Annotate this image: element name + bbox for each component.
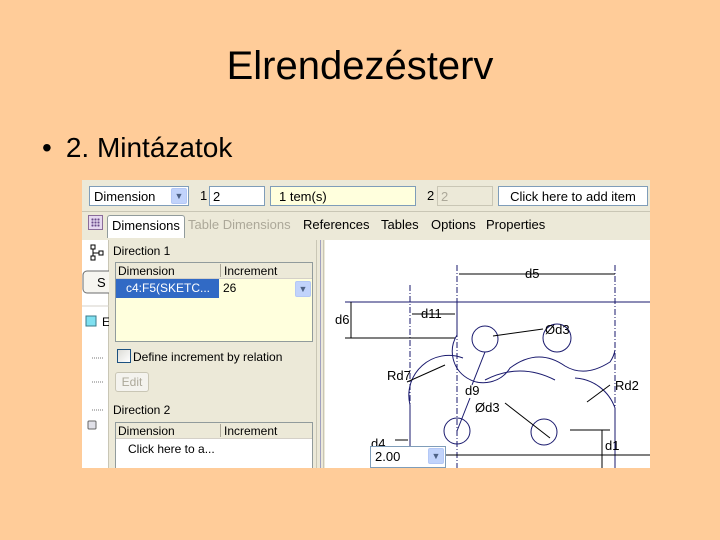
define-increment-checkbox[interactable] — [117, 349, 131, 363]
row-increment[interactable]: 26 — [223, 281, 236, 295]
model-tree-strip: S E — [82, 240, 114, 468]
upper-profile — [451, 302, 616, 384]
dim-label: d5 — [525, 266, 539, 281]
tree-icons: S E — [82, 244, 114, 430]
leader — [504, 402, 551, 439]
grid-icon[interactable] — [88, 215, 103, 230]
leader — [406, 364, 446, 383]
tree-item-label: E — [102, 315, 109, 329]
dim-label: d9 — [465, 383, 479, 398]
tab-tables[interactable]: Tables — [381, 217, 419, 232]
direction1-title: Direction 1 — [113, 244, 171, 258]
dim-label: d11 — [421, 306, 442, 321]
col-dimension: Dimension — [118, 264, 175, 278]
direction2-table: Dimension Increment Click here to a... — [115, 422, 313, 468]
bullet-text: 2. Mintázatok — [65, 132, 233, 163]
direction2-title: Direction 2 — [113, 403, 171, 417]
tab-properties[interactable]: Properties — [486, 217, 545, 232]
dim-label: Rd7 — [387, 368, 411, 383]
direction2-label: 2 — [427, 188, 435, 203]
chevron-down-icon[interactable]: ▼ — [295, 281, 311, 297]
dim-label: Rd2 — [615, 378, 639, 393]
table-row[interactable]: c4:F5(SKETC... 26 ▼ — [116, 279, 312, 298]
increment-dropdown[interactable]: ▼ — [294, 280, 312, 297]
col-dimension: Dimension — [118, 424, 175, 438]
table-header: Dimension Increment — [116, 423, 312, 439]
leader — [456, 397, 471, 432]
add-item-button[interactable]: Click here to add item — [498, 186, 648, 206]
hole — [471, 325, 499, 353]
col-increment: Increment — [224, 264, 278, 278]
direction1-label: 1 — [200, 188, 208, 203]
edit-button[interactable]: Edit — [115, 372, 149, 392]
strip-button-label: S — [97, 275, 106, 290]
tab-table-dimensions[interactable]: Table Dimensions — [188, 217, 291, 232]
slide-bullet: • 2. Mintázatok — [42, 132, 232, 164]
hierarchy-icon — [90, 244, 104, 261]
dim-label: d6 — [335, 312, 349, 327]
leader — [471, 351, 486, 386]
tab-dimensions[interactable]: Dimensions — [107, 215, 185, 238]
sketch-canvas[interactable]: d5 d6 d11 Ød3 Rd7 d9 Ød3 Rd2 d4 d1 2.00 … — [325, 240, 650, 468]
pattern-panel: Direction 1 Dimension Increment c4:F5(SK… — [109, 240, 315, 468]
feature-icon — [85, 315, 97, 327]
add-dimension-placeholder[interactable]: Click here to a... — [128, 442, 215, 456]
chevron-down-icon[interactable]: ▼ — [428, 448, 444, 464]
pattern-type-value: Dimension — [94, 189, 156, 204]
panel-splitter[interactable] — [316, 240, 324, 468]
dim-label: d1 — [605, 438, 619, 453]
dim-label: Ød3 — [545, 322, 570, 337]
tab-references[interactable]: References — [303, 217, 369, 232]
direction1-table: Dimension Increment c4:F5(SKETC... 26 ▼ — [115, 262, 313, 342]
row-dimension[interactable]: c4:F5(SKETC... — [116, 279, 219, 298]
add-dimension-row[interactable]: Click here to a... — [116, 439, 312, 458]
direction1-count-input[interactable]: 2 — [209, 186, 265, 206]
bullet-symbol: • — [42, 132, 52, 163]
dimension-value: 2.00 — [375, 449, 401, 464]
table-header: Dimension Increment — [116, 263, 312, 279]
tab-options[interactable]: Options — [431, 217, 476, 232]
define-increment-label: Define increment by relation — [133, 350, 283, 364]
leader — [492, 328, 544, 337]
slide-title: Elrendezésterv — [226, 44, 494, 88]
chevron-down-icon[interactable]: ▼ — [171, 188, 187, 204]
sketch-drawing: d5 d6 d11 Ød3 Rd7 d9 Ød3 Rd2 d4 d1 — [335, 265, 650, 468]
hole — [530, 418, 558, 446]
col-increment: Increment — [224, 424, 278, 438]
pattern-type-select[interactable]: Dimension ▼ — [89, 186, 189, 206]
tree-item-icon — [87, 420, 97, 430]
dim-label: Ød3 — [475, 400, 500, 415]
dimension-value-select[interactable]: 2.00 ▼ — [370, 446, 446, 468]
pattern-toolbar: Dimension ▼ 1 2 1 tem(s) 2 2 Click here … — [82, 180, 650, 212]
embedded-screenshot: Dimension ▼ 1 2 1 tem(s) 2 2 Click here … — [82, 180, 650, 468]
direction1-items-field[interactable]: 1 tem(s) — [270, 186, 416, 206]
direction2-count-input[interactable]: 2 — [437, 186, 493, 206]
tab-bar: Dimensions Table Dimensions References T… — [82, 213, 650, 239]
